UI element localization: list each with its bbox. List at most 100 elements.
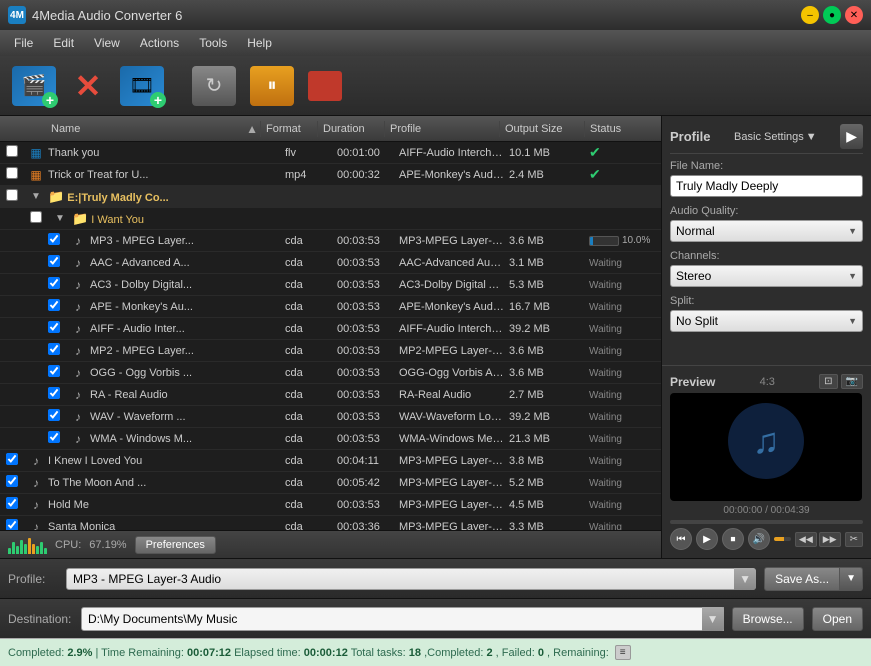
speed-down-button[interactable]: ◀◀ [795,532,817,547]
save-as-wrapper: Save As... ▼ [764,567,863,591]
row-profile: OGG-Ogg Vorbis Audio [397,367,507,379]
toolbar: 🎬 + ✕ 🎞 + ↻ ⏸ [0,56,871,116]
row-duration: 00:03:53 [335,279,397,291]
split-select[interactable]: No Split By Size By Time [670,310,863,332]
preview-snapshot-button[interactable]: 📷 [841,374,863,389]
speed-up-button[interactable]: ▶▶ [819,532,841,547]
preview-video: ♫ [670,393,862,501]
menu-actions[interactable]: Actions [130,33,189,53]
row-format: cda [283,367,335,379]
row-checkbox[interactable] [46,277,68,292]
menu-edit[interactable]: Edit [43,33,84,53]
row-format: cda [283,323,335,335]
profile-select-wrapper: MP3 - MPEG Layer-3 Audio AAC - Advanced … [66,568,756,590]
status-header[interactable]: Status [587,123,657,135]
audio-quality-select[interactable]: Normal High Low [670,220,863,242]
menu-view[interactable]: View [84,33,130,53]
maximize-button[interactable]: ● [823,6,841,24]
basic-settings-toggle[interactable]: Basic Settings ▼ [734,131,817,143]
row-checkbox[interactable] [46,299,68,314]
row-output-size: 39.2 MB [507,323,587,335]
row-checkbox[interactable] [4,453,26,468]
table-row: ♪ To The Moon And ... cda 00:05:42 MP3-M… [0,472,661,494]
channels-select[interactable]: Stereo Mono [670,265,863,287]
row-checkbox[interactable] [46,365,68,380]
profile-section: Profile Basic Settings ▼ ▶ File Name: Au… [662,116,871,365]
profile-select[interactable]: MP3 - MPEG Layer-3 Audio AAC - Advanced … [66,568,756,590]
row-checkbox[interactable] [46,321,68,336]
row-checkbox[interactable] [46,409,68,424]
preferences-button[interactable]: Preferences [135,536,216,554]
preview-volume-button[interactable]: 🔊 [748,528,770,550]
menu-tools[interactable]: Tools [189,33,237,53]
preview-clip-button[interactable]: ✂ [845,532,863,547]
row-status: Waiting [587,455,657,467]
row-duration: 00:03:53 [335,367,397,379]
expand-icon[interactable]: ▼ [50,213,70,224]
remove-button[interactable]: ✕ [66,66,110,106]
row-checkbox[interactable] [46,233,68,248]
next-button[interactable]: ▶ [840,124,863,149]
add-plus-icon: + [42,92,58,108]
preview-prev-button[interactable]: ⏮ [670,528,692,550]
name-header[interactable]: Name [48,123,244,135]
destination-label: Destination: [8,612,73,626]
row-status: Waiting [587,323,657,335]
profile-header[interactable]: Profile [387,123,497,135]
row-status: Waiting [587,521,657,531]
row-output-size: 5.2 MB [507,477,587,489]
failed-value: 0 [538,647,544,659]
minimize-button[interactable]: – [801,6,819,24]
row-checkbox[interactable] [4,497,26,512]
preview-play-button[interactable]: ▶ [696,528,718,550]
close-button[interactable]: ✕ [845,6,863,24]
menu-file[interactable]: File [4,33,43,53]
preview-volume-slider[interactable] [774,537,791,541]
save-as-button[interactable]: Save As... [764,567,840,591]
channels-select-wrapper: Stereo Mono [670,265,863,287]
add-video-button[interactable]: 🎬 + [8,62,60,110]
progress-log-button[interactable]: ≡ [615,645,631,660]
statusbar: CPU: 67.19% Preferences [0,530,661,558]
preview-stop-button[interactable]: ⏹ [722,528,744,550]
row-checkbox[interactable] [4,145,26,160]
save-as-dropdown-button[interactable]: ▼ [840,567,863,591]
row-checkbox[interactable] [46,255,68,270]
row-name: MP2 - MPEG Layer... [88,345,283,357]
output-size-header[interactable]: Output Size [502,123,582,135]
file-list-body[interactable]: ▦ Thank you flv 00:01:00 AIFF-Audio Inte… [0,142,661,530]
row-checkbox[interactable] [4,167,26,182]
file-type-icon: ♪ [68,410,88,424]
pause-button[interactable]: ⏸ [246,62,298,110]
row-checkbox[interactable] [4,519,26,530]
row-checkbox[interactable] [4,189,26,204]
row-checkbox[interactable] [46,343,68,358]
row-format: cda [283,279,335,291]
app-title: 4Media Audio Converter 6 [32,8,801,23]
menu-help[interactable]: Help [237,33,282,53]
format-header[interactable]: Format [263,123,315,135]
preview-aspect-button[interactable]: ⊡ [819,374,837,389]
table-row: ♪ APE - Monkey's Au... cda 00:03:53 APE-… [0,296,661,318]
row-duration: 00:03:53 [335,257,397,269]
stop-button[interactable] [304,67,346,105]
expand-icon[interactable]: ▼ [26,191,46,202]
preview-seekbar[interactable] [670,520,863,524]
completed-count-value: 2 [486,647,492,659]
row-checkbox[interactable] [4,475,26,490]
row-checkbox[interactable] [28,211,50,226]
row-format: mp4 [283,169,335,181]
browse-button[interactable]: Browse... [732,607,804,631]
add-folder-button[interactable]: 🎞 + [116,62,168,110]
row-checkbox[interactable] [46,387,68,402]
destination-input[interactable] [81,607,724,631]
destination-dropdown-arrow[interactable]: ▼ [702,607,724,631]
row-name: 📁 E:|Truly Madly Co... [46,189,283,205]
convert-button[interactable]: ↻ [188,62,240,110]
duration-header[interactable]: Duration [320,123,382,135]
row-status: Waiting [587,279,657,291]
row-status: 10.0% [587,235,657,246]
row-checkbox[interactable] [46,431,68,446]
open-button[interactable]: Open [812,607,863,631]
file-name-input[interactable] [670,175,863,197]
